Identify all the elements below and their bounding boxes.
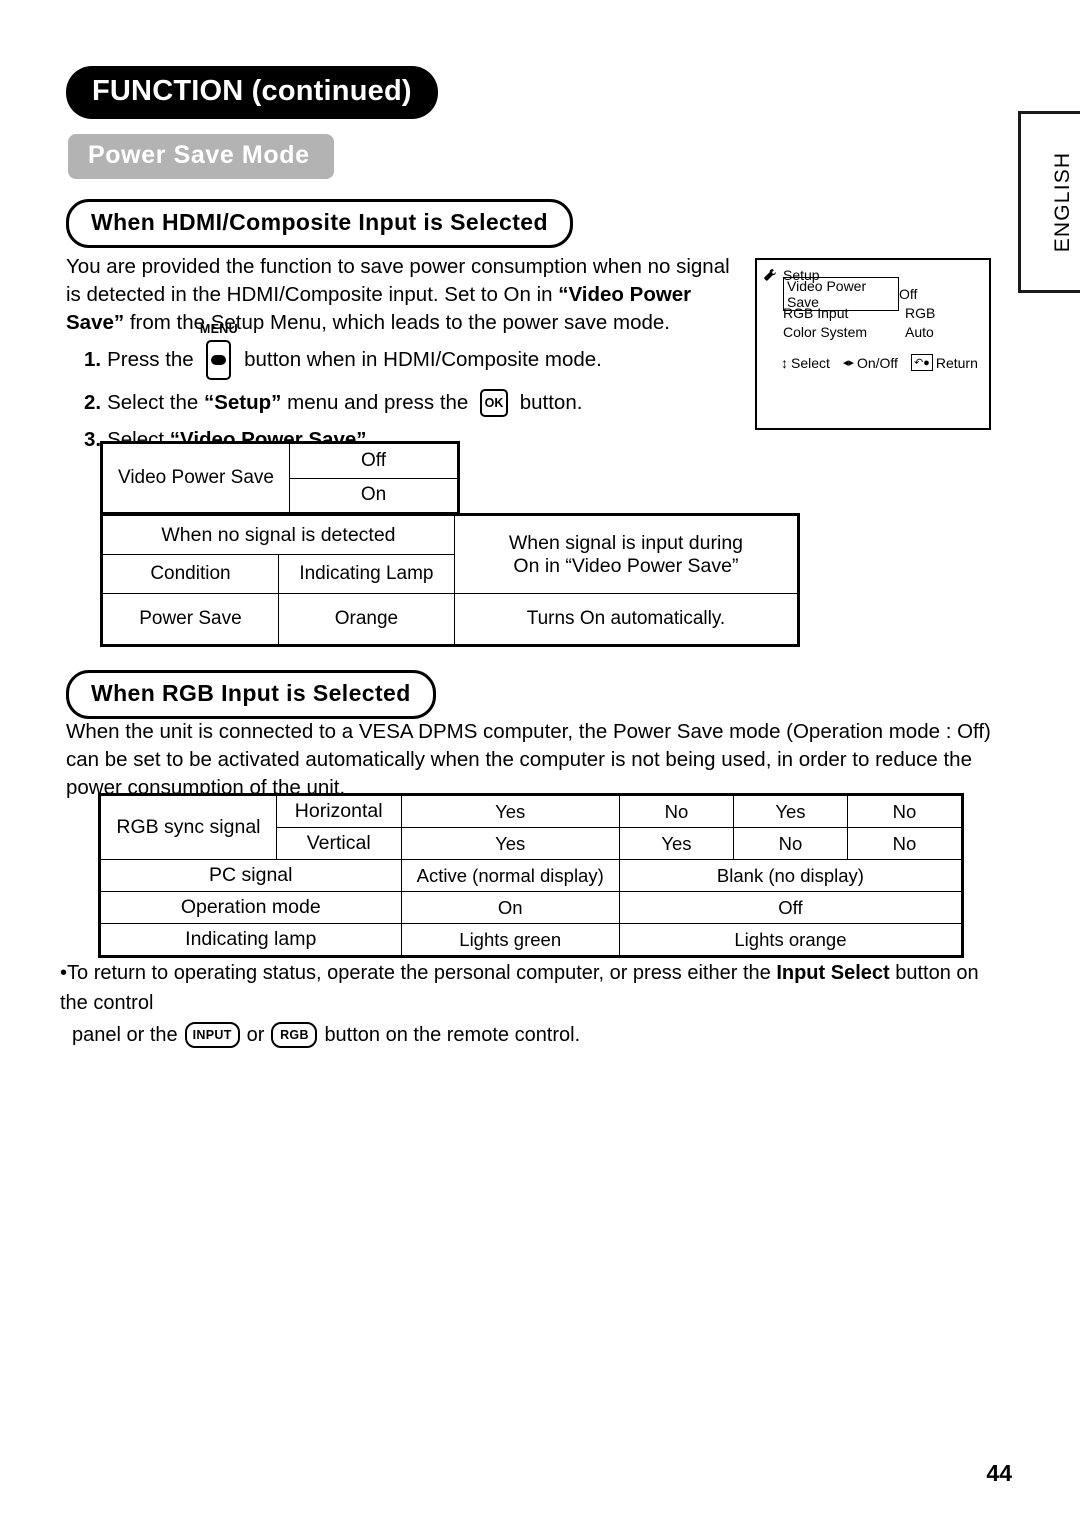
language-side-tab-label: ENGLISH bbox=[1051, 151, 1074, 253]
table-row: When no signal is detected When signal i… bbox=[101, 514, 800, 594]
rgb-horizontal-value-4: No bbox=[846, 794, 964, 828]
rgb-pc-signal-value-1: Active (normal display) bbox=[400, 859, 620, 892]
step-text-1-after: button when in HDMI/Composite mode. bbox=[238, 348, 602, 371]
step-item-2: 2. Select the “Setup” menu and press the… bbox=[84, 389, 734, 417]
rgb-indicating-lamp-value-2: Lights orange bbox=[618, 923, 964, 957]
footer-note-text-a: To return to operating status, operate t… bbox=[67, 962, 777, 984]
osd-row-video-power-save[interactable]: Video Power Save Off bbox=[783, 276, 989, 311]
rgb-operation-mode-label: Operation mode bbox=[99, 891, 402, 924]
language-side-tab: ENGLISH bbox=[1018, 111, 1080, 293]
signal-header-left: When no signal is detected bbox=[101, 514, 455, 555]
step-text-2-after: button. bbox=[514, 391, 583, 414]
osd-row-list: Video Power Save Off RGB Input RGB Color… bbox=[783, 276, 989, 341]
rgb-horizontal-value-3: Yes bbox=[732, 794, 848, 828]
subsection-title-rgb: When RGB Input is Selected bbox=[66, 670, 436, 719]
footer-note-text-c: panel or the bbox=[72, 1024, 178, 1046]
wrench-icon bbox=[764, 268, 776, 281]
step-number-1: 1. bbox=[84, 348, 102, 371]
intro-paragraph: You are provided the function to save po… bbox=[66, 253, 742, 337]
step-text-2-bold: “Setup” bbox=[203, 391, 282, 414]
signal-value-condition: Power Save bbox=[101, 593, 279, 646]
step-text-1-before: Press the bbox=[107, 348, 200, 371]
rgb-vertical-value-1: Yes bbox=[400, 827, 620, 860]
left-right-arrow-icon: ◂▸ bbox=[842, 357, 854, 369]
signal-condition-table: When no signal is detected When signal i… bbox=[100, 513, 800, 647]
subsection-title-hdmi: When HDMI/Composite Input is Selected bbox=[66, 199, 573, 248]
rgb-vertical-value-4: No bbox=[846, 827, 964, 860]
signal-header-right-line2: On in “Video Power Save” bbox=[513, 554, 739, 577]
osd-row-label: Color System bbox=[783, 323, 868, 340]
rgb-operation-mode-value-2: Off bbox=[618, 891, 964, 924]
signal-subheader-condition: Condition bbox=[101, 554, 279, 594]
step-item-1: 1. Press the MENU button when in HDMI/Co… bbox=[84, 322, 734, 380]
osd-setup-menu: Setup Video Power Save Off RGB Input RGB… bbox=[755, 258, 991, 430]
rgb-vertical-value-2: Yes bbox=[618, 827, 734, 860]
section-title: Power Save Mode bbox=[68, 134, 334, 179]
rgb-paragraph: When the unit is connected to a VESA DPM… bbox=[66, 720, 991, 799]
osd-row-label: RGB Input bbox=[783, 304, 849, 321]
table-row: Indicating lamp Lights green Lights oran… bbox=[99, 923, 964, 957]
rgb-horizontal-label: Horizontal bbox=[275, 794, 402, 828]
step-number-3: 3. bbox=[84, 428, 102, 451]
rgb-button-icon: RGB bbox=[271, 1022, 318, 1048]
rgb-pc-signal-value-2: Blank (no display) bbox=[618, 859, 964, 892]
osd-row-rgb-input[interactable]: RGB Input RGB bbox=[783, 303, 989, 322]
menu-button-icon bbox=[206, 340, 232, 380]
bullet-icon: • bbox=[60, 962, 68, 984]
osd-hint-select: ↕ Select bbox=[781, 355, 830, 371]
rgb-vertical-value-3: No bbox=[732, 827, 848, 860]
page-title: FUNCTION (continued) bbox=[66, 66, 438, 119]
rgb-sync-label: RGB sync signal bbox=[99, 794, 277, 860]
footer-note-line2: panel or the INPUT or RGB button on the … bbox=[72, 1020, 1005, 1050]
table-row: Power Save Orange Turns On automatically… bbox=[101, 593, 800, 646]
video-power-save-table: Video Power Save Off On bbox=[100, 441, 460, 515]
osd-hint-select-label: Select bbox=[791, 354, 830, 371]
page-number: 44 bbox=[986, 1460, 1012, 1486]
footer-note-bold: Input Select bbox=[776, 962, 890, 984]
step-number-2: 2. bbox=[84, 391, 102, 414]
table-row: Video Power Save Off bbox=[101, 442, 459, 514]
osd-row-value: Off bbox=[899, 285, 918, 302]
vps-option-on: On bbox=[289, 477, 459, 514]
step-text-2-mid: menu and press the bbox=[281, 391, 475, 414]
rgb-operation-mode-value-1: On bbox=[400, 891, 620, 924]
table-row: PC signal Active (normal display) Blank … bbox=[99, 859, 964, 892]
osd-hint-return-label: Return bbox=[935, 354, 978, 371]
table-row: Operation mode On Off bbox=[99, 891, 964, 924]
table-row: RGB sync signal Horizontal Yes No Yes No bbox=[99, 794, 964, 860]
signal-subheader-lamp: Indicating Lamp bbox=[277, 554, 455, 594]
footer-note-line1: •To return to operating status, operate … bbox=[60, 958, 1005, 1018]
signal-value-lamp: Orange bbox=[277, 593, 455, 646]
osd-hint-onoff: ◂▸ On/Off bbox=[843, 355, 898, 371]
vps-option-off: Off bbox=[289, 442, 459, 479]
osd-hint-onoff-label: On/Off bbox=[856, 354, 898, 371]
rgb-indicating-lamp-value-1: Lights green bbox=[400, 923, 620, 957]
osd-row-value: RGB bbox=[905, 304, 936, 321]
signal-header-right-line1: When signal is input during bbox=[508, 531, 744, 554]
menu-button-glyph bbox=[211, 355, 227, 365]
up-down-arrow-icon: ↕ bbox=[781, 354, 788, 371]
rgb-horizontal-value-2: No bbox=[618, 794, 734, 828]
input-button-icon: INPUT bbox=[184, 1022, 240, 1048]
signal-header-right: When signal is input during On in “Video… bbox=[453, 514, 800, 594]
rgb-horizontal-value-1: Yes bbox=[400, 794, 620, 828]
vps-row-label: Video Power Save bbox=[101, 442, 290, 514]
signal-value-result: Turns On automatically. bbox=[453, 593, 800, 646]
menu-button-wrapper: MENU bbox=[200, 322, 238, 380]
rgb-sync-table: RGB sync signal Horizontal Yes No Yes No… bbox=[98, 793, 964, 958]
footer-note-text-d: button on the remote control. bbox=[324, 1024, 581, 1046]
footer-note-or: or bbox=[246, 1024, 265, 1046]
rgb-vertical-label: Vertical bbox=[275, 827, 402, 860]
osd-hint-return: ↶● Return bbox=[910, 354, 978, 371]
return-key-icon: ↶● bbox=[910, 354, 933, 371]
ok-button-icon: OK bbox=[480, 389, 509, 417]
osd-row-value: Auto bbox=[905, 323, 934, 340]
osd-hint-bar: ↕ Select ◂▸ On/Off ↶● Return bbox=[781, 354, 989, 371]
rgb-indicating-lamp-label: Indicating lamp bbox=[99, 923, 402, 957]
menu-button-caption: MENU bbox=[199, 322, 238, 336]
rgb-pc-signal-label: PC signal bbox=[99, 859, 402, 892]
osd-row-color-system[interactable]: Color System Auto bbox=[783, 322, 989, 341]
footer-note: •To return to operating status, operate … bbox=[60, 958, 1005, 1050]
step-text-2-before: Select the bbox=[107, 391, 204, 414]
